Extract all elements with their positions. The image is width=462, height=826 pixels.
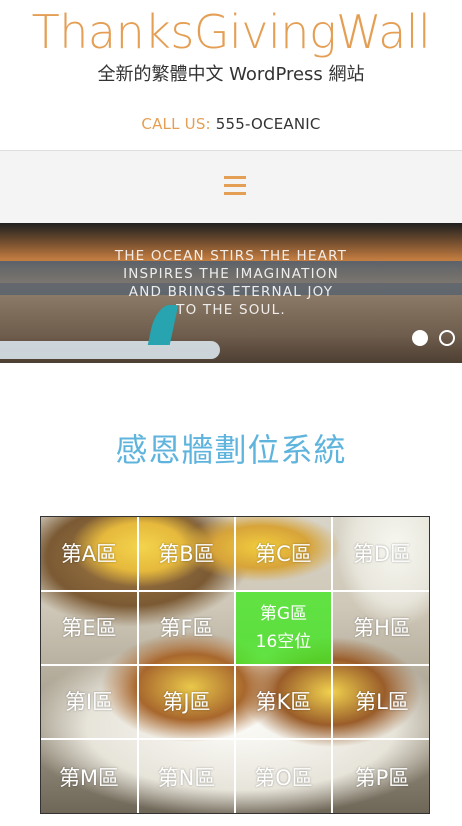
slider-dot-1[interactable] [412, 330, 428, 346]
call-us-line: CALL US: 555-OCEANIC [0, 113, 462, 135]
hero-caption: THE OCEAN STIRS THE HEART INSPIRES THE I… [0, 247, 462, 319]
hero-caption-line: TO THE SOUL. [176, 302, 286, 318]
zone-h[interactable]: 第H區 [333, 592, 429, 666]
zone-o[interactable]: 第O區 [236, 740, 333, 813]
hero-slider: THE OCEAN STIRS THE HEART INSPIRES THE I… [0, 223, 462, 363]
hero-caption-line: INSPIRES THE IMAGINATION [123, 266, 339, 282]
zone-a[interactable]: 第A區 [41, 517, 139, 592]
zone-k[interactable]: 第K區 [236, 666, 333, 740]
seat-zone-grid: 第A區 第B區 第C區 第D區 第E區 第F區 第G區 16空位 第H區 第I區… [40, 516, 430, 814]
call-us-label: CALL US: [141, 115, 211, 133]
zone-f[interactable]: 第F區 [139, 592, 236, 666]
zone-i[interactable]: 第I區 [41, 666, 139, 740]
call-us-number[interactable]: 555-OCEANIC [216, 115, 321, 133]
hamburger-menu-icon[interactable] [224, 176, 246, 196]
zone-n[interactable]: 第N區 [139, 740, 236, 813]
zone-g-highlight[interactable]: 第G區 16空位 [236, 592, 333, 666]
slider-dot-2[interactable] [439, 330, 455, 346]
surfboard-image [0, 341, 220, 359]
site-tagline: 全新的繁體中文 WordPress 網站 [97, 64, 365, 85]
zone-g-label: 第G區 [259, 604, 308, 624]
hero-caption-line: AND BRINGS ETERNAL JOY [128, 284, 334, 300]
hero-caption-line: THE OCEAN STIRS THE HEART [114, 248, 348, 264]
zone-p[interactable]: 第P區 [333, 740, 429, 813]
zone-c[interactable]: 第C區 [236, 517, 333, 592]
zone-g-vacancy: 16空位 [255, 632, 312, 652]
zone-e[interactable]: 第E區 [41, 592, 139, 666]
zone-m[interactable]: 第M區 [41, 740, 139, 813]
zone-j[interactable]: 第J區 [139, 666, 236, 740]
zone-d[interactable]: 第D區 [333, 517, 429, 592]
nav-bar [0, 151, 462, 223]
zone-b[interactable]: 第B區 [139, 517, 236, 592]
zone-l[interactable]: 第L區 [333, 666, 429, 740]
page-title: 感恩牆劃位系統 [115, 431, 347, 469]
site-title[interactable]: ThanksGivingWall [0, 2, 462, 62]
